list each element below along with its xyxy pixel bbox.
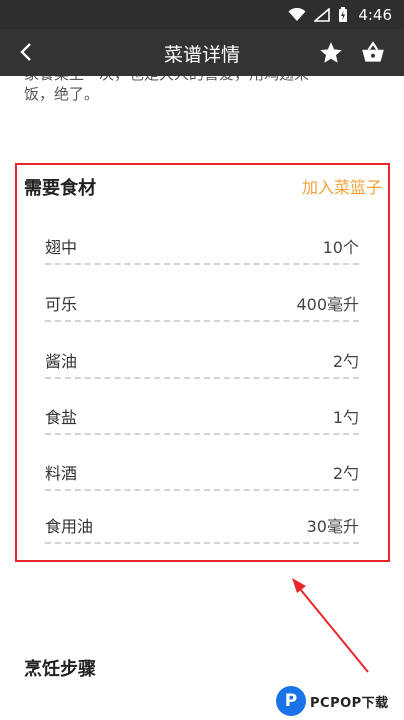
ingredient-amount: 1勺 <box>332 408 359 427</box>
ingredient-amount: 30毫升 <box>306 517 359 536</box>
ingredient-row: 可乐 400毫升 <box>45 283 359 331</box>
app-bar: 菜谱详情 <box>0 29 404 76</box>
ingredient-amount: 10个 <box>322 238 359 257</box>
ingredient-amount: 400毫升 <box>296 295 359 314</box>
star-icon <box>320 42 342 63</box>
row-divider <box>45 263 359 265</box>
ingredient-row: 翅中 10个 <box>45 226 359 274</box>
row-divider <box>45 542 359 544</box>
ingredient-row: 食盐 1勺 <box>45 396 359 444</box>
row-divider <box>45 433 359 435</box>
ingredient-name: 翅中 <box>45 238 78 257</box>
favorite-button[interactable] <box>318 40 344 66</box>
ingredient-name: 可乐 <box>45 295 78 314</box>
intro-partial-line: 家餐桌上一次，也是大人的喜爱，用鸡翅来 <box>24 76 384 84</box>
ingredient-row: 料酒 2勺 <box>45 452 359 500</box>
recipe-intro: 家餐桌上一次，也是大人的喜爱，用鸡翅来 饭，绝了。 <box>24 76 384 104</box>
row-divider <box>45 489 359 491</box>
watermark-logo: P <box>276 686 306 716</box>
ingredient-name: 酱油 <box>45 352 78 371</box>
ingredient-row: 酱油 2勺 <box>45 340 359 388</box>
ingredients-header: 需要食材 加入菜篮子 <box>24 174 382 200</box>
ingredient-row: 食用油 30毫升 <box>45 505 359 553</box>
intro-line: 饭，绝了。 <box>24 85 100 103</box>
ingredient-amount: 2勺 <box>332 464 359 483</box>
add-to-basket-link[interactable]: 加入菜篮子 <box>302 174 382 198</box>
ingredient-name: 料酒 <box>45 464 78 483</box>
ingredient-name: 食盐 <box>45 408 78 427</box>
ingredient-name: 食用油 <box>45 517 94 536</box>
status-time: 4:46 <box>358 5 392 24</box>
steps-title: 烹饪步骤 <box>24 659 96 680</box>
basket-icon <box>362 41 384 62</box>
row-divider <box>45 377 359 379</box>
signal-icon <box>314 7 331 22</box>
ingredients-title: 需要食材 <box>24 178 96 199</box>
ingredient-amount: 2勺 <box>332 352 359 371</box>
row-divider <box>45 320 359 322</box>
wifi-icon <box>288 7 306 22</box>
watermark: P PCPOP下载 <box>276 682 404 720</box>
watermark-text: PCPOP下载 <box>310 695 389 711</box>
basket-button[interactable] <box>360 40 386 66</box>
battery-icon <box>338 6 348 23</box>
status-bar: 4:46 <box>0 0 404 29</box>
annotation-arrow-icon <box>292 578 369 673</box>
